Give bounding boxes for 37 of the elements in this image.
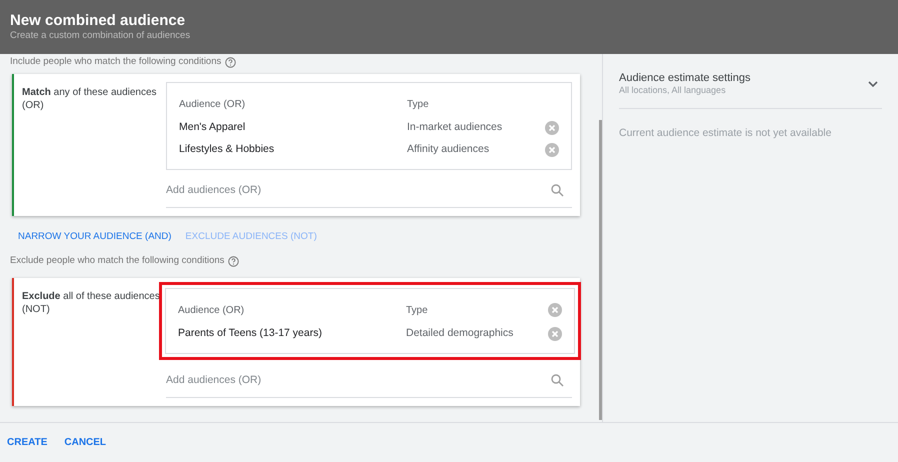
column-header: Type bbox=[406, 304, 429, 318]
audience-name: Lifestyles & Hobbies bbox=[179, 142, 276, 158]
search-icon[interactable] bbox=[551, 184, 564, 197]
remove-icon[interactable] bbox=[545, 143, 559, 157]
dialog-title: New combined audience bbox=[10, 12, 186, 30]
remove-icon[interactable] bbox=[545, 121, 559, 135]
column-header: Audience (OR) bbox=[178, 304, 246, 318]
estimate-settings[interactable]: Audience estimate settings All locations, All languages bbox=[619, 72, 882, 109]
scrollbar[interactable] bbox=[599, 120, 602, 420]
search-field[interactable]: Add audiences (OR) bbox=[166, 364, 572, 398]
audience-name: Men's Apparel bbox=[179, 120, 246, 136]
column-header: Audience (OR) bbox=[179, 98, 246, 112]
search-icon[interactable] bbox=[551, 374, 564, 387]
search-input[interactable]: Add audiences (OR) bbox=[166, 372, 551, 388]
card-title: Match any of these audiences (OR) bbox=[21, 86, 158, 113]
audience-name: Parents of Teens (13-17 years) bbox=[178, 326, 323, 342]
action-link[interactable]: NARROW YOUR AUDIENCE (AND) bbox=[18, 230, 172, 244]
include-hint: Include people who match the following conditions bbox=[10, 54, 222, 69]
remove-icon[interactable] bbox=[548, 303, 562, 317]
chevron-icon[interactable] bbox=[868, 80, 878, 88]
help-icon[interactable] bbox=[228, 256, 240, 266]
search-input[interactable]: Add audiences (OR) bbox=[166, 182, 551, 198]
footer-button[interactable]: CREATE bbox=[7, 435, 48, 450]
column-header: Type bbox=[407, 98, 430, 112]
help-icon[interactable] bbox=[225, 56, 236, 68]
exclude-hint: Exclude people who match the following conditions bbox=[10, 254, 224, 268]
audience-type: Affinity audiences bbox=[407, 142, 490, 158]
audience-type: Detailed demographics bbox=[406, 326, 514, 342]
footer-button[interactable]: CANCEL bbox=[64, 435, 106, 450]
remove-icon[interactable] bbox=[548, 327, 562, 341]
search-field[interactable]: Add audiences (OR) bbox=[166, 174, 572, 208]
estimate-title: Audience estimate settings bbox=[619, 72, 750, 85]
estimate-message: Current audience estimate is not yet available bbox=[619, 126, 832, 141]
dialog-subtitle: Create a custom combination of audiences bbox=[10, 30, 192, 42]
audience-type: In-market audiences bbox=[407, 120, 504, 136]
card-title: Exclude all of these audiences (NOT) bbox=[21, 290, 161, 317]
estimate-subtitle: All locations, All languages bbox=[619, 85, 727, 96]
